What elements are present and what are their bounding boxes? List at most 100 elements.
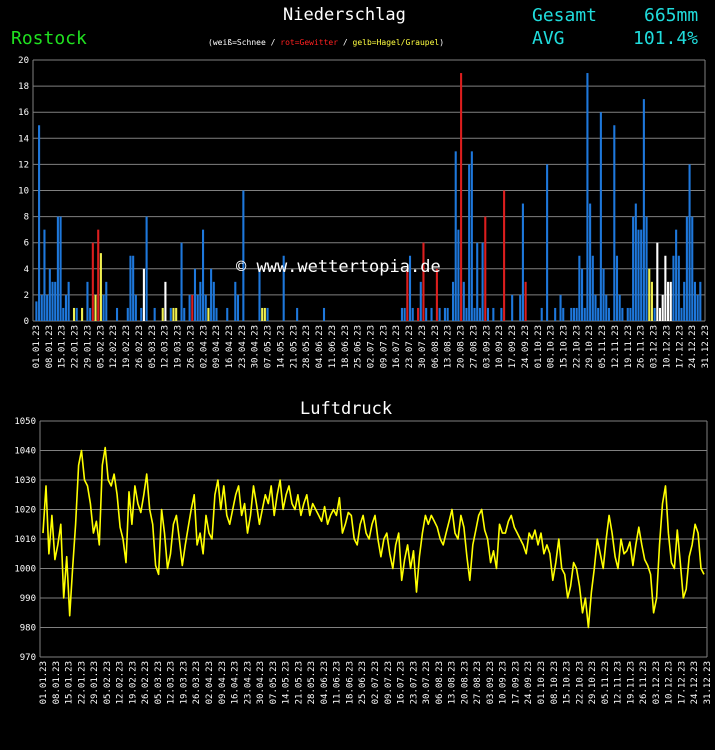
- precip-bar: [40, 294, 43, 321]
- precip-bar: [234, 281, 237, 321]
- precip-x-tick-label: 12.11.23: [611, 325, 621, 368]
- precip-bar: [586, 73, 589, 321]
- precip-y-tick-label: 10: [18, 187, 29, 197]
- precip-bar: [675, 229, 678, 321]
- precip-x-tick-label: 28.05.23: [302, 325, 312, 368]
- precip-bar: [212, 281, 215, 321]
- precip-y-tick-label: 16: [18, 108, 29, 118]
- precip-x-tick-label: 29.10.23: [585, 325, 595, 368]
- precip-bar: [634, 203, 637, 321]
- precip-bar: [500, 307, 503, 321]
- watermark: © www.wettertopia.de: [236, 257, 441, 277]
- pressure-x-tick-label: 19.03.23: [179, 661, 189, 704]
- pressure-y-tick-label: 990: [20, 594, 36, 604]
- pressure-x-tick-label: 24.09.23: [524, 661, 534, 704]
- precip-bar: [126, 307, 129, 321]
- precip-bar: [46, 294, 49, 321]
- precip-x-tick-label: 14.05.23: [276, 325, 286, 368]
- precip-bar: [430, 307, 433, 321]
- pressure-x-tick-label: 12.03.23: [167, 661, 177, 704]
- pressure-x-tick-label: 01.01.23: [39, 661, 49, 704]
- precip-bar: [183, 307, 186, 321]
- precip-bar: [105, 281, 108, 321]
- precip-x-tick-label: 24.12.23: [688, 325, 698, 368]
- pressure-x-tick-label: 21.05.23: [294, 661, 304, 704]
- precip-bar: [661, 294, 664, 321]
- precip-bar: [438, 307, 441, 321]
- pressure-x-tick-label: 17.12.23: [677, 661, 687, 704]
- precip-bar: [664, 255, 667, 321]
- precip-y-tick-label: 6: [24, 239, 29, 249]
- pressure-x-tick-label: 08.10.23: [550, 661, 560, 704]
- precip-bar: [519, 294, 522, 321]
- precip-bar: [465, 307, 468, 321]
- precip-bar: [599, 112, 602, 321]
- precip-x-tick-label: 25.06.23: [354, 325, 364, 368]
- precip-bar: [226, 307, 229, 321]
- precip-y-tick-label: 18: [18, 82, 29, 92]
- pressure-x-tick-label: 12.02.23: [116, 661, 126, 704]
- precip-bar: [153, 307, 156, 321]
- precip-y-tick-label: 14: [18, 134, 29, 144]
- precip-bar: [102, 294, 105, 321]
- precip-bar: [411, 307, 414, 321]
- pressure-x-tick-label: 03.09.23: [486, 661, 496, 704]
- precip-bar: [589, 203, 592, 321]
- precip-bar: [191, 294, 194, 321]
- precip-bar: [446, 307, 449, 321]
- precip-bar: [417, 307, 420, 321]
- precip-bar: [266, 307, 269, 321]
- precip-y-tick-label: 12: [18, 160, 29, 170]
- pressure-x-tick-label: 26.11.23: [639, 661, 649, 704]
- precip-bar: [583, 307, 586, 321]
- pressure-x-tick-label: 26.02.23: [141, 661, 151, 704]
- precip-bar: [591, 255, 594, 321]
- pressure-x-tick-label: 27.08.23: [473, 661, 483, 704]
- pressure-x-tick-label: 20.08.23: [460, 661, 470, 704]
- precip-bar: [562, 307, 565, 321]
- precip-bar: [129, 255, 132, 321]
- precip-bar: [242, 190, 245, 321]
- precip-x-tick-label: 10.09.23: [495, 325, 505, 368]
- precip-bar: [524, 281, 527, 321]
- precip-bar: [597, 307, 600, 321]
- weather-charts: 0246810121416182001.01.23 08.01.23 15.01.2…: [14, 56, 713, 704]
- precip-bar: [650, 281, 653, 321]
- precip-x-tick-label: 27.08.23: [469, 325, 479, 368]
- pressure-x-tick-label: 25.06.23: [358, 661, 368, 704]
- precip-bar: [667, 281, 670, 321]
- precip-bar: [207, 307, 210, 321]
- precip-bar: [570, 307, 573, 321]
- pressure-x-tick-label: 19.02.23: [128, 661, 138, 704]
- precip-bar: [462, 281, 465, 321]
- precip-bar: [685, 216, 688, 321]
- precip-bar: [62, 307, 65, 321]
- precip-bar: [81, 307, 84, 321]
- pressure-x-tick-label: 05.02.23: [103, 661, 113, 704]
- precip-bar: [486, 307, 490, 321]
- pressure-y-tick-label: 1040: [14, 447, 36, 457]
- pressure-x-tick-label: 31.12.23: [703, 661, 713, 704]
- precip-x-tick-label: 12.03.23: [161, 325, 171, 368]
- precip-bar: [48, 268, 51, 321]
- chart-title-pressure: Luftdruck: [300, 399, 392, 419]
- pressure-x-tick-label: 01.10.23: [537, 661, 547, 704]
- precip-bar: [215, 307, 218, 321]
- precip-bar: [615, 255, 619, 321]
- pressure-x-tick-label: 23.07.23: [409, 661, 419, 704]
- pressure-y-tick-label: 970: [20, 653, 36, 663]
- precip-bar: [419, 281, 422, 321]
- precip-y-tick-label: 4: [24, 265, 29, 275]
- precip-x-tick-label: 19.03.23: [174, 325, 184, 368]
- precip-bar: [602, 268, 605, 321]
- precip-bar: [202, 229, 205, 321]
- precip-x-tick-label: 03.09.23: [482, 325, 492, 368]
- pressure-x-tick-label: 24.12.23: [690, 661, 700, 704]
- precip-bar: [91, 242, 94, 321]
- precip-x-tick-label: 01.01.23: [32, 325, 42, 368]
- precip-x-tick-label: 05.02.23: [96, 325, 106, 368]
- precip-bar: [89, 307, 92, 321]
- pressure-y-tick-label: 1020: [14, 506, 36, 516]
- precip-bar: [97, 229, 100, 321]
- precip-bar: [554, 307, 557, 321]
